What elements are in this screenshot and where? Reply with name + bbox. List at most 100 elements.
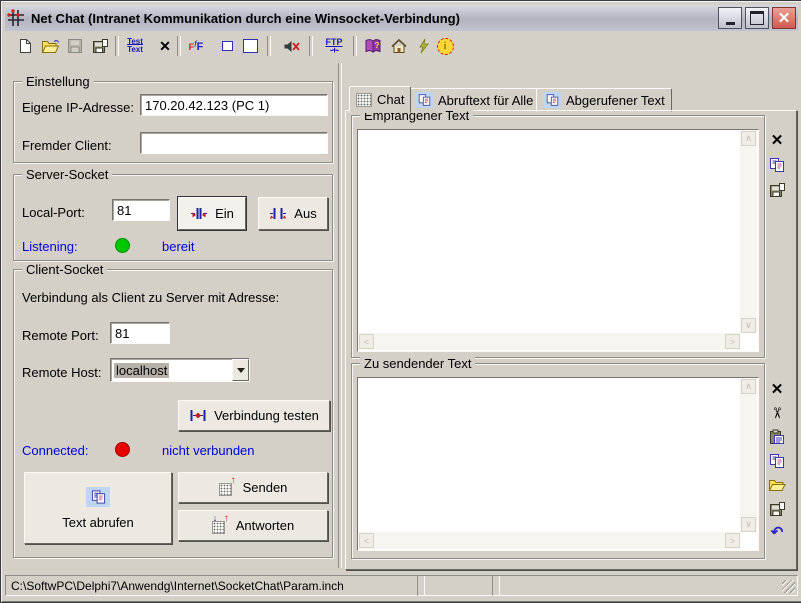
tab-abgerufener-text[interactable]: Abgerufener Text (536, 88, 672, 112)
delete-text-icon[interactable]: ✕ (153, 34, 177, 58)
scroll-right-icon[interactable]: > (725, 334, 740, 349)
eigene-ip-input[interactable] (140, 94, 328, 116)
maximize-button[interactable] (745, 7, 769, 29)
copy-icon (415, 92, 433, 108)
grid-up-arrow-icon: ↑ (219, 479, 236, 496)
remote-port-label: Remote Port: (22, 328, 99, 343)
outgoing-text-area[interactable] (360, 380, 739, 531)
font-icon[interactable]: FfF (183, 34, 209, 58)
server-on-button[interactable]: Ein (178, 197, 246, 230)
grid-up-down-arrow-icon: ↓ ↑ (212, 517, 229, 534)
copy-icon (543, 92, 561, 108)
copy-icon (769, 157, 785, 173)
listening-status-text: bereit (162, 239, 195, 254)
local-port-label: Local-Port: (22, 205, 85, 220)
lightning-icon[interactable] (411, 34, 435, 58)
test-text-line2: Text (127, 45, 143, 54)
received-save-button[interactable] (767, 180, 787, 200)
reply-button[interactable]: ↓ ↑ Antworten (178, 510, 328, 541)
save-all-icon[interactable] (88, 34, 112, 58)
received-vertical-scrollbar[interactable]: ∧ ∨ (740, 131, 757, 333)
tab-chat[interactable]: Chat (349, 86, 411, 113)
toolbar-separator (115, 36, 119, 56)
scroll-right-icon[interactable]: > (725, 533, 740, 548)
remote-host-dropdown-icon[interactable] (232, 359, 249, 381)
toolbar-separator (267, 36, 271, 56)
large-window-icon[interactable] (238, 34, 262, 58)
info-icon[interactable]: i (433, 34, 457, 58)
statusbar-panel-3 (492, 575, 798, 596)
save-icon (769, 182, 786, 198)
server-on-label: Ein (215, 206, 234, 221)
window-title: Net Chat (Intranet Kommunikation durch e… (31, 11, 715, 26)
help-book-icon[interactable]: ? (361, 34, 385, 58)
scroll-left-icon[interactable]: < (359, 334, 374, 349)
open-file-icon[interactable] (38, 34, 62, 58)
received-text-memo: ∧ ∨ < > (357, 129, 759, 352)
send-label: Senden (243, 480, 288, 495)
open-folder-icon (768, 478, 786, 492)
eigene-ip-label: Eigene IP-Adresse: (22, 100, 134, 115)
outgoing-save-button[interactable] (767, 499, 787, 519)
save-icon (769, 501, 786, 517)
outgoing-paste-button[interactable] (767, 427, 787, 447)
einstellung-group: Einstellung Eigene IP-Adresse: Fremder C… (13, 81, 333, 163)
received-horizontal-scrollbar[interactable]: < > (359, 333, 740, 350)
app-icon[interactable] (7, 9, 25, 27)
reply-label: Antworten (236, 518, 295, 533)
outgoing-open-file-button[interactable] (767, 475, 787, 495)
fremder-client-input[interactable] (140, 132, 328, 154)
fetch-text-label: Text abrufen (62, 515, 134, 530)
listening-status-dot (115, 238, 130, 253)
test-text-icon[interactable]: Test Text (121, 34, 149, 58)
font-letter: F (197, 41, 204, 53)
outgoing-cut-button[interactable]: ✂ (767, 403, 787, 423)
scroll-down-icon[interactable]: ∨ (741, 517, 756, 532)
copy-icon (86, 487, 110, 507)
listening-label: Listening: (22, 239, 78, 254)
toolbar: Test Text ✕ FfF FTP-+- ? i (5, 33, 798, 60)
ftp-transfer-icon[interactable]: FTP-+- (321, 34, 347, 58)
scroll-down-icon[interactable]: ∨ (741, 318, 756, 333)
test-connection-button[interactable]: Verbindung testen (178, 400, 330, 431)
outgoing-copy-button[interactable] (767, 451, 787, 471)
title-bar[interactable]: Net Chat (Intranet Kommunikation durch e… (5, 5, 798, 31)
client-socket-legend: Client-Socket (22, 262, 107, 277)
received-text-area[interactable] (360, 132, 739, 332)
minimize-button[interactable] (718, 7, 742, 29)
received-clear-button[interactable]: ✕ (767, 130, 787, 150)
connected-label: Connected: (22, 443, 89, 458)
scroll-up-icon[interactable]: ∧ (741, 131, 756, 146)
server-off-button[interactable]: Aus (258, 197, 328, 230)
toolbar-separator (177, 36, 181, 56)
send-button[interactable]: ↑ Senden (178, 472, 328, 503)
outgoing-undo-button[interactable]: ↶ (767, 522, 787, 542)
x-glyph: ✕ (159, 38, 171, 55)
save-icon[interactable] (63, 34, 87, 58)
scroll-left-icon[interactable]: < (359, 533, 374, 548)
minimize-icon (726, 22, 735, 25)
close-button[interactable]: ✕ (772, 7, 796, 29)
svg-text:?: ? (375, 41, 380, 50)
small-window-icon[interactable] (215, 34, 239, 58)
received-copy-button[interactable] (767, 155, 787, 175)
socket-connect-icon (190, 207, 208, 220)
resize-grip[interactable] (782, 580, 795, 593)
scroll-up-icon[interactable]: ∧ (741, 379, 756, 394)
local-port-input[interactable] (112, 199, 170, 221)
home-icon[interactable] (387, 34, 411, 58)
remote-port-input[interactable] (110, 322, 170, 344)
new-document-icon[interactable] (13, 34, 37, 58)
outgoing-vertical-scrollbar[interactable]: ∧ ∨ (740, 379, 757, 532)
fremder-client-label: Fremder Client: (22, 138, 112, 153)
client-socket-hint: Verbindung als Client zu Server mit Adre… (22, 290, 279, 305)
outgoing-horizontal-scrollbar[interactable]: < > (359, 532, 740, 549)
fetch-text-button[interactable]: Text abrufen (24, 472, 172, 544)
outgoing-clear-button[interactable]: ✕ (767, 379, 787, 399)
tab-abruftext-label: Abruftext für Alle (438, 93, 533, 108)
remote-host-combobox[interactable]: localhost (110, 358, 250, 382)
info-glyph: i (437, 38, 454, 55)
statusbar-path: C:\SoftwPC\Delphi7\Anwendg\Internet\Sock… (11, 579, 344, 593)
panel-splitter (338, 63, 342, 568)
mute-sound-icon[interactable] (279, 34, 303, 58)
